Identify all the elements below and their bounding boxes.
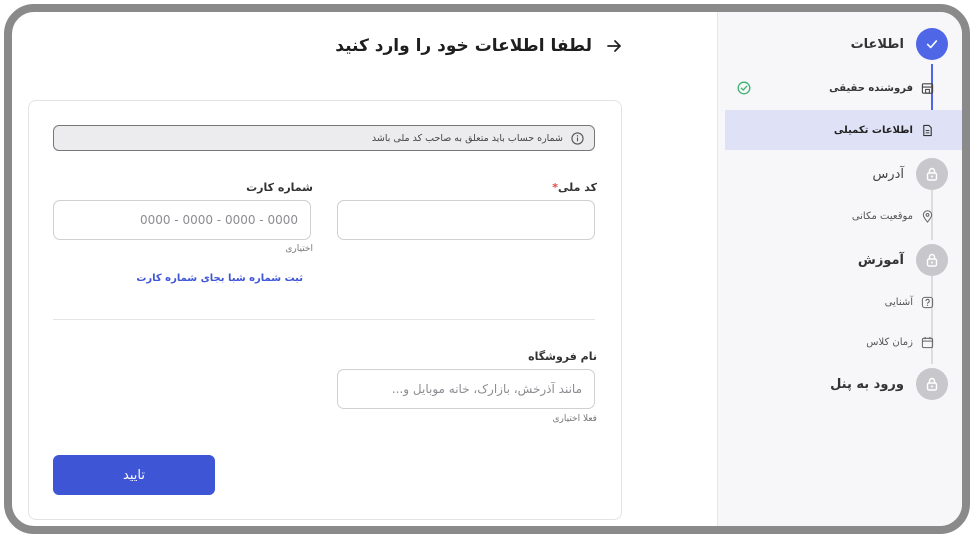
substep-location[interactable]: موقعیت مکانی [725,196,962,236]
page-header: لطفا اطلاعات خود را وارد کنید [335,36,622,56]
step-info[interactable]: اطلاعات [851,28,948,60]
card-number-label: شماره کارت [246,181,313,194]
substep-additional-info[interactable]: اطلاعات تکمیلی [725,110,962,150]
substep-real-seller[interactable]: فروشنده حقیقی [725,68,962,108]
store-icon [921,82,934,95]
national-code-input[interactable] [337,200,595,240]
step-address-label: آدرس [872,166,904,182]
info-icon [571,131,584,145]
card-number-hint: اختیاری [285,244,313,254]
lock-icon [916,244,948,276]
step-info-label: اطلاعات [850,36,904,52]
substep-intro[interactable]: آشنایی [725,282,962,322]
sheba-link[interactable]: ثبت شماره شبا بجای شماره کارت [136,273,303,284]
main-content: لطفا اطلاعات خود را وارد کنید شماره حساب… [12,12,717,526]
page-title: لطفا اطلاعات خود را وارد کنید [335,36,592,56]
section-divider [53,319,595,320]
card-number-input[interactable] [53,200,311,240]
device-frame: لطفا اطلاعات خود را وارد کنید شماره حساب… [4,4,970,534]
national-code-label-text: کد ملی [557,181,597,194]
substep-intro-label: آشنایی [884,296,913,308]
store-name-label: نام فروشگاه [528,350,597,363]
store-name-hint: فعلا اختیاری [552,414,597,424]
completed-check-icon [737,81,751,95]
step-training-label: آموزش [857,252,904,268]
calendar-icon [921,336,934,349]
notice-banner: شماره حساب باید متعلق به صاحب کد ملی باش… [53,125,595,151]
step-training[interactable]: آموزش [858,244,948,276]
check-icon [916,28,948,60]
step-address[interactable]: آدرس [872,158,948,190]
substep-additional-info-label: اطلاعات تکمیلی [833,124,913,136]
step-panel-login[interactable]: ورود به پنل [830,368,948,400]
lock-icon [916,368,948,400]
document-icon [921,124,934,137]
location-pin-icon [921,209,934,223]
question-icon [921,296,934,309]
substep-real-seller-label: فروشنده حقیقی [829,82,913,94]
national-code-label: کد ملی* [552,181,597,194]
store-name-input[interactable] [337,369,595,409]
back-arrow-icon[interactable] [606,38,622,54]
substep-location-label: موقعیت مکانی [851,210,913,222]
substep-class-time-label: زمان کلاس [866,336,913,348]
step-panel-login-label: ورود به پنل [830,376,904,392]
stepper-sidebar: اطلاعات فروشنده حقیقی اطلاعات تکمیلی آدر… [717,12,962,526]
substep-class-time[interactable]: زمان کلاس [725,322,962,362]
lock-icon [916,158,948,190]
submit-button[interactable]: تایید [53,455,215,495]
form-card: شماره حساب باید متعلق به صاحب کد ملی باش… [28,100,622,520]
notice-text: شماره حساب باید متعلق به صاحب کد ملی باش… [371,132,563,144]
